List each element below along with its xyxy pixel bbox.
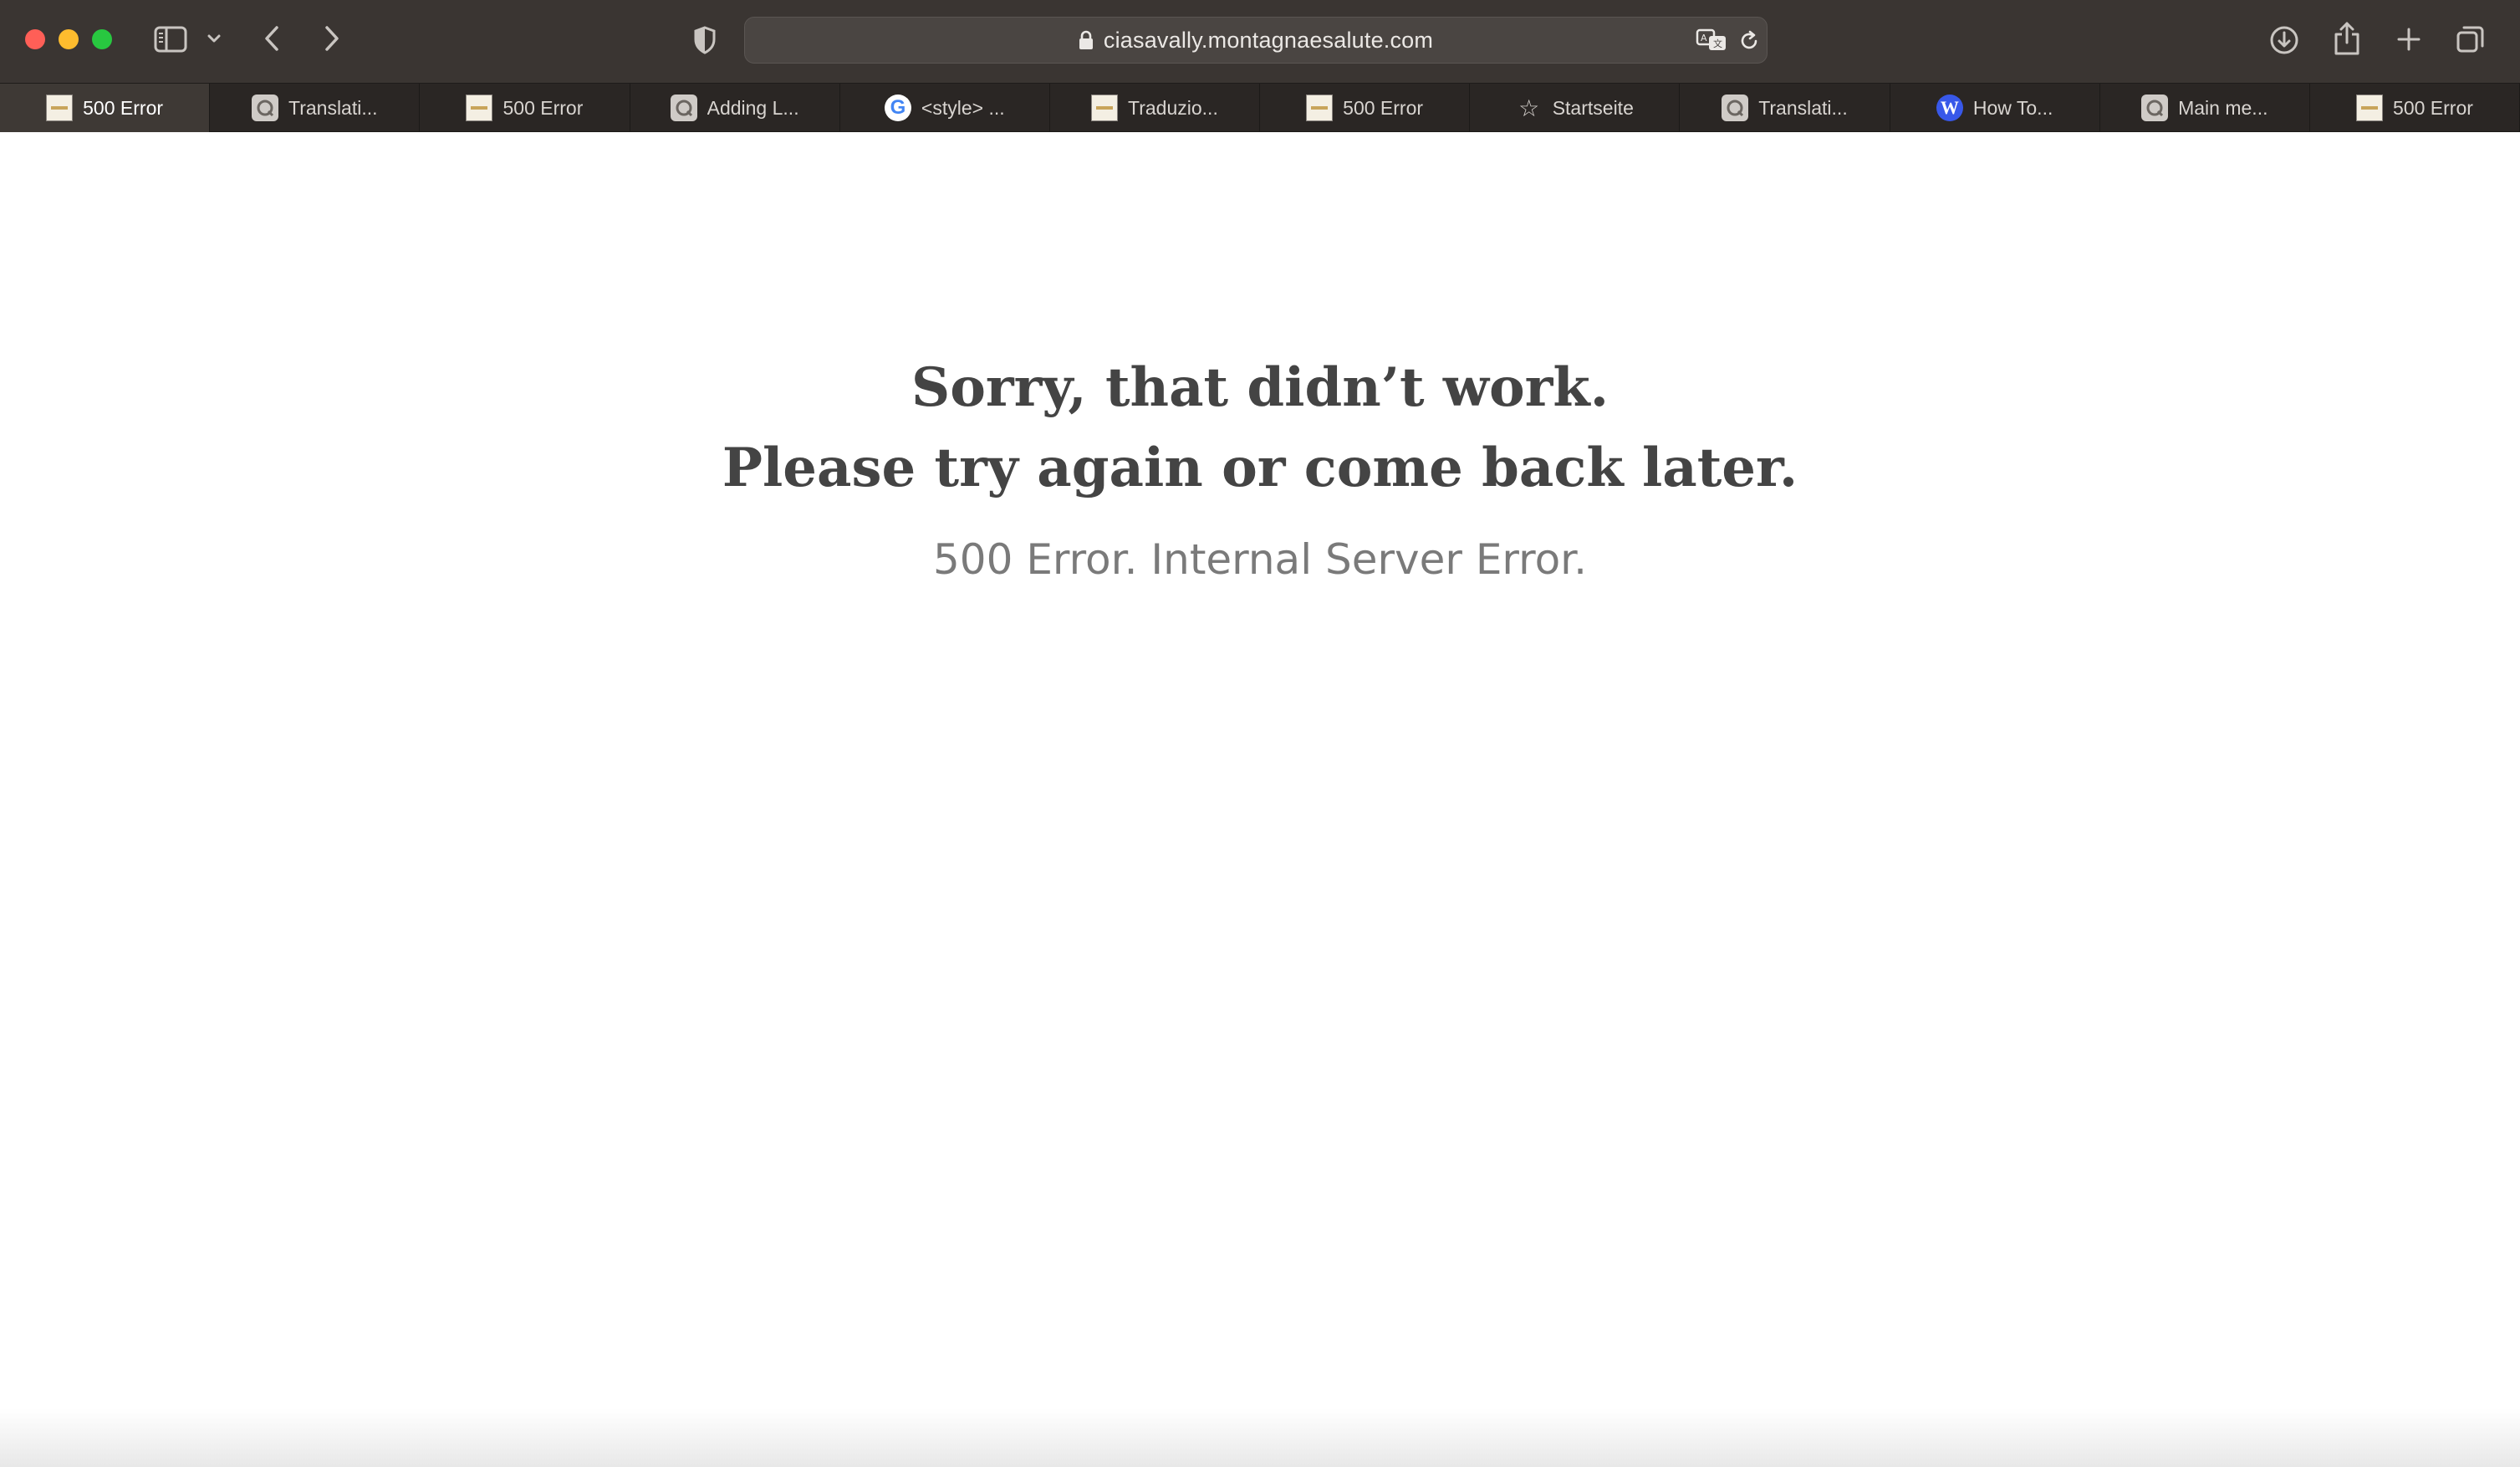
back-button[interactable] [259, 23, 284, 54]
minimize-window-button[interactable] [59, 29, 79, 49]
tab-label: How To... [1972, 96, 2053, 119]
tab-10[interactable]: W How To... [1890, 84, 2100, 132]
site-image-icon [1306, 95, 1334, 121]
bottom-shadow [0, 1408, 2520, 1467]
maximize-window-button[interactable] [92, 29, 112, 49]
site-image-icon [1091, 95, 1119, 121]
tab-label: 500 Error [83, 96, 164, 119]
q-icon [1722, 95, 1749, 121]
tab-9[interactable]: Translati... [1680, 84, 1890, 132]
q-icon [670, 95, 697, 121]
lock-icon [1079, 30, 1094, 50]
tab-2[interactable]: Translati... [210, 84, 421, 132]
svg-text:A: A [1701, 33, 1707, 43]
error-subtitle: 500 Error. Internal Server Error. [932, 535, 1588, 584]
tab-label: Startseite [1552, 96, 1634, 119]
sidebar-toggle-icon[interactable] [153, 23, 188, 55]
tab-8[interactable]: ☆ Startseite [1470, 84, 1681, 132]
translate-icon[interactable]: A文 [1695, 26, 1728, 54]
tab-label: Adding L... [707, 96, 799, 119]
tab-label: Main me... [2178, 96, 2268, 119]
privacy-shield-icon[interactable] [691, 25, 719, 55]
tab-label: <style> ... [921, 96, 1005, 119]
tab-label: 500 Error [502, 96, 584, 119]
error-heading-line2: Please try again or come back later. [722, 437, 1798, 499]
tab-11[interactable]: Main me... [2100, 84, 2310, 132]
tab-bar: 500 Error Translati... 500 Error Adding L..… [0, 84, 2520, 132]
downloads-icon[interactable] [2267, 23, 2301, 57]
tab-label: Translati... [1758, 96, 1848, 119]
tab-7[interactable]: 500 Error [1260, 84, 1471, 132]
tab-label: Traduzio... [1128, 96, 1218, 119]
tab-label: Translati... [288, 96, 378, 119]
share-icon[interactable] [2331, 20, 2363, 57]
page-content: Sorry, that didn’t work. Please try agai… [0, 132, 2520, 1467]
close-window-button[interactable] [25, 29, 45, 49]
browser-toolbar: ciasavally.montagnaesalute.com A文 [0, 0, 2520, 84]
tab-5[interactable]: G <style> ... [840, 84, 1050, 132]
q-icon [2141, 95, 2169, 121]
q-icon [252, 95, 278, 121]
site-image-icon [466, 95, 493, 121]
new-tab-icon[interactable] [2395, 25, 2423, 54]
forward-button[interactable] [319, 23, 344, 54]
tab-4[interactable]: Adding L... [630, 84, 840, 132]
google-icon: G [884, 95, 911, 121]
url-text: ciasavally.montagnaesalute.com [1103, 27, 1434, 53]
error-heading-line1: Sorry, that didn’t work. [911, 356, 1609, 419]
star-icon: ☆ [1518, 95, 1540, 121]
tab-1[interactable]: 500 Error [0, 84, 211, 132]
tab-overview-icon[interactable] [2455, 23, 2487, 55]
error-heading: Sorry, that didn’t work. Please try agai… [0, 348, 2520, 509]
wordpress-icon: W [1936, 95, 1963, 121]
site-image-icon [2356, 95, 2384, 121]
chevron-down-icon[interactable] [204, 28, 224, 49]
reload-icon[interactable] [1737, 28, 1762, 54]
tab-label: 500 Error [1343, 96, 1424, 119]
tab-label: 500 Error [2393, 96, 2473, 119]
site-image-icon [46, 95, 74, 121]
address-bar[interactable]: ciasavally.montagnaesalute.com A文 [744, 17, 1768, 64]
tab-12[interactable]: 500 Error [2310, 84, 2520, 132]
tab-6[interactable]: Traduzio... [1050, 84, 1261, 132]
tab-3[interactable]: 500 Error [420, 84, 630, 132]
svg-text:文: 文 [1713, 38, 1722, 49]
